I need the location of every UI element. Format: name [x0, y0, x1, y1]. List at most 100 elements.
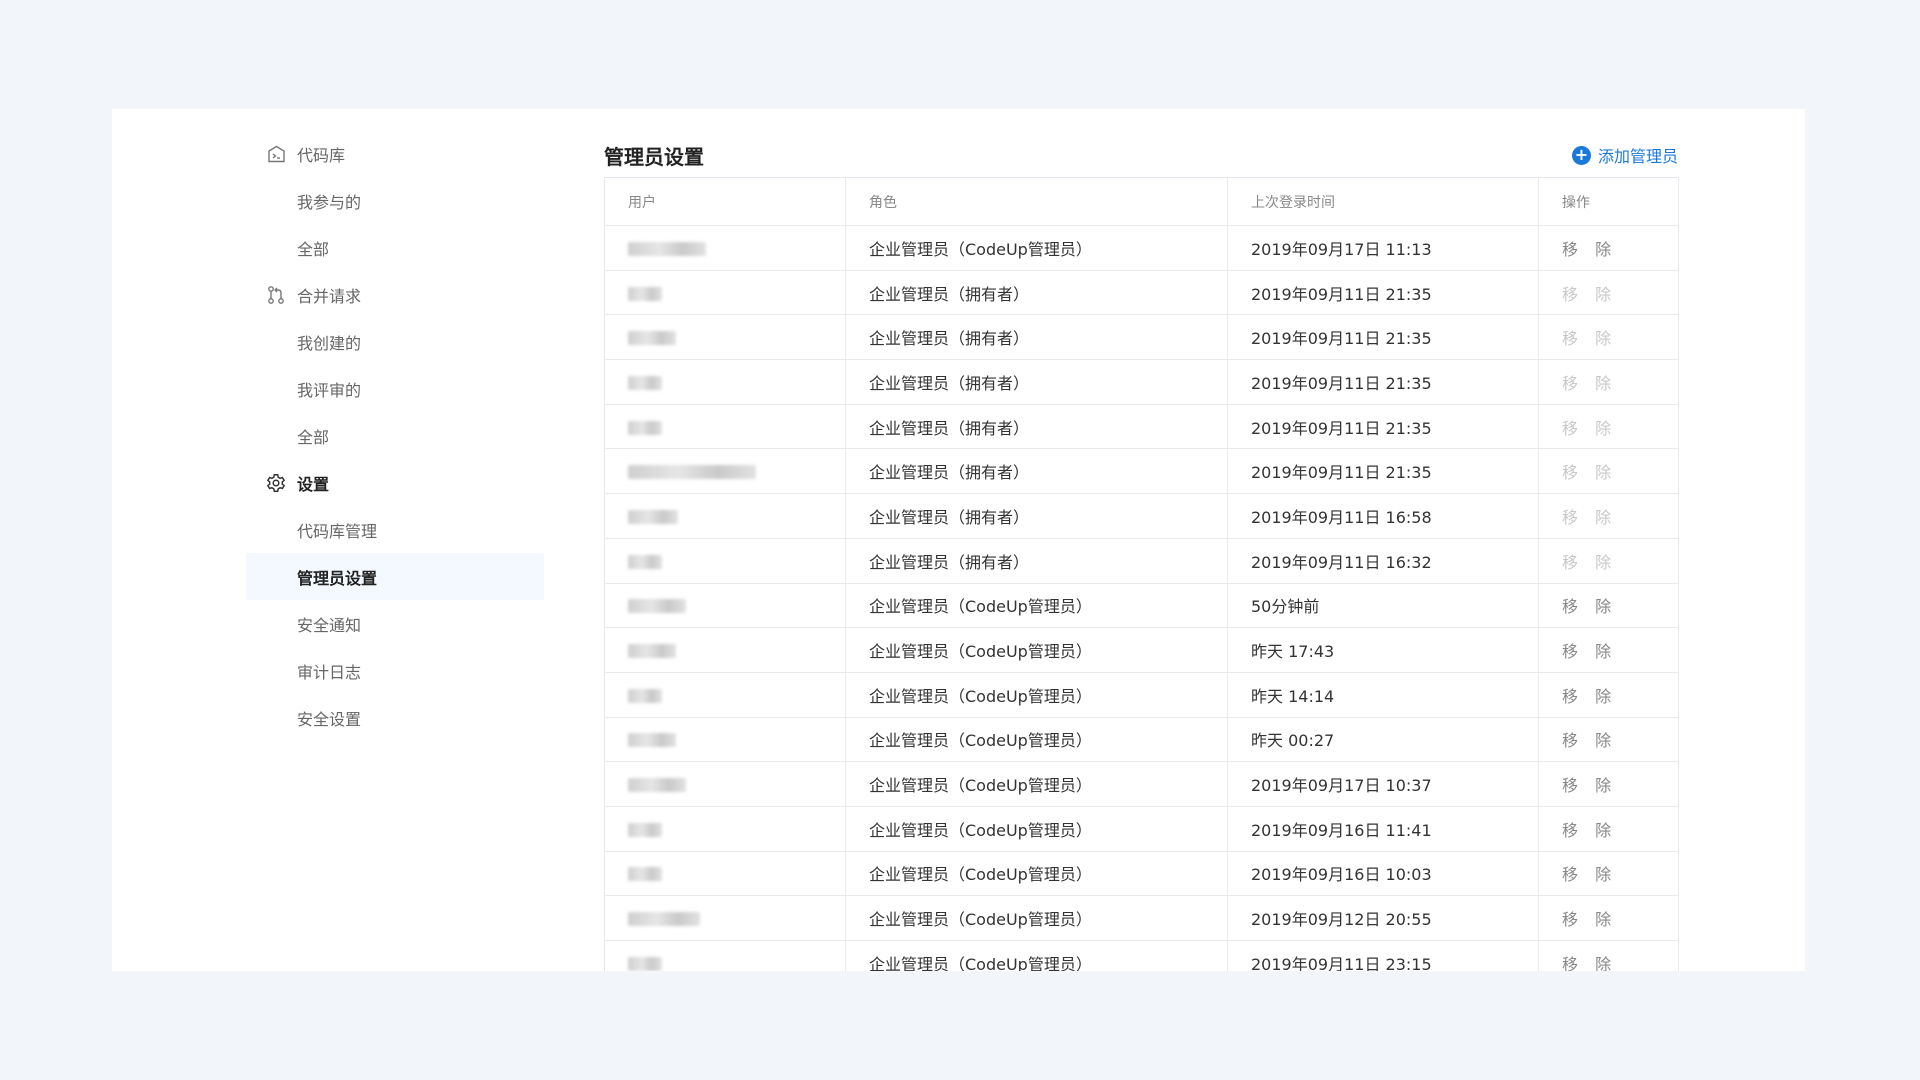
table-row: 企业管理员（拥有者） 2019年09月11日 16:58 移 除 — [604, 493, 1679, 539]
user-cell — [604, 314, 846, 361]
role-cell: 企业管理员（拥有者） — [845, 314, 1228, 361]
redacted-user-name — [628, 241, 706, 256]
user-cell — [604, 717, 846, 763]
table-row: 企业管理员（拥有者） 2019年09月11日 16:32 移 除 — [604, 538, 1679, 584]
role-cell: 企业管理员（CodeUp管理员） — [845, 225, 1228, 271]
last-login-cell: 2019年09月12日 20:55 — [1227, 895, 1539, 941]
remove-admin-button[interactable]: 移 除 — [1562, 597, 1617, 616]
sidebar-item-repo-management[interactable]: 代码库管理 — [246, 506, 544, 553]
sidebar-item-all-merge-requests[interactable]: 全部 — [246, 412, 544, 459]
sidebar-item-admin-settings[interactable]: 管理员设置 — [246, 553, 544, 600]
redacted-user-name — [628, 599, 686, 614]
actions-cell: 移 除 — [1538, 806, 1679, 852]
remove-admin-button[interactable]: 移 除 — [1562, 285, 1617, 304]
remove-admin-button[interactable]: 移 除 — [1562, 910, 1617, 929]
actions-cell: 移 除 — [1538, 895, 1679, 941]
redacted-user-name — [628, 688, 662, 703]
table-row: 企业管理员（拥有者） 2019年09月11日 21:35 移 除 — [604, 270, 1679, 316]
last-login-cell: 2019年09月16日 10:03 — [1227, 851, 1539, 897]
role-cell: 企业管理员（拥有者） — [845, 538, 1228, 584]
role-cell: 企业管理员（CodeUp管理员） — [845, 672, 1228, 718]
role-cell: 企业管理员（CodeUp管理员） — [845, 717, 1228, 763]
redacted-user-name — [628, 778, 686, 793]
last-login-cell: 2019年09月11日 16:32 — [1227, 538, 1539, 584]
sidebar-group-label: 合并请求 — [297, 286, 362, 306]
actions-cell: 移 除 — [1538, 851, 1679, 897]
sidebar-group-repositories[interactable]: 代码库 — [246, 130, 544, 177]
last-login-cell: 50分钟前 — [1227, 583, 1539, 629]
redacted-user-name — [628, 867, 662, 882]
table-row: 企业管理员（CodeUp管理员） 2019年09月16日 10:03 移 除 — [604, 851, 1679, 897]
last-login-cell: 2019年09月11日 16:58 — [1227, 493, 1539, 539]
remove-admin-button[interactable]: 移 除 — [1562, 240, 1617, 259]
remove-admin-button[interactable]: 移 除 — [1562, 776, 1617, 795]
add-admin-button[interactable]: + 添加管理员 — [1571, 143, 1678, 167]
actions-cell: 移 除 — [1538, 717, 1679, 763]
actions-cell: 移 除 — [1538, 270, 1679, 316]
table-row: 企业管理员（CodeUp管理员） 2019年09月12日 20:55 移 除 — [604, 895, 1679, 941]
column-header-last-login: 上次登录时间 — [1227, 177, 1539, 226]
column-header-actions: 操作 — [1538, 177, 1679, 226]
actions-cell: 移 除 — [1538, 493, 1679, 539]
role-cell: 企业管理员（拥有者） — [845, 448, 1228, 495]
redacted-user-name — [628, 822, 662, 837]
actions-cell: 移 除 — [1538, 225, 1679, 271]
admin-table: 用户 角色 上次登录时间 操作 企业管理员（CodeUp管理员） 2019年09月… — [604, 177, 1679, 971]
remove-admin-button[interactable]: 移 除 — [1562, 553, 1617, 572]
table-row: 企业管理员（拥有者） 2019年09月11日 21:35 移 除 — [604, 314, 1679, 361]
remove-admin-button[interactable]: 移 除 — [1562, 374, 1617, 393]
table-row: 企业管理员（CodeUp管理员） 昨天 17:43 移 除 — [604, 627, 1679, 673]
role-cell: 企业管理员（拥有者） — [845, 404, 1228, 450]
actions-cell: 移 除 — [1538, 404, 1679, 450]
user-cell — [604, 538, 846, 584]
sidebar-group-merge-requests[interactable]: 合并请求 — [246, 271, 544, 318]
sidebar-item-participated[interactable]: 我参与的 — [246, 177, 544, 224]
sidebar-group-label: 代码库 — [297, 145, 346, 165]
redacted-user-name — [628, 644, 676, 659]
actions-cell: 移 除 — [1538, 359, 1679, 405]
user-cell — [604, 493, 846, 539]
sidebar-item-created-by-me[interactable]: 我创建的 — [246, 318, 544, 365]
remove-admin-button[interactable]: 移 除 — [1562, 865, 1617, 884]
sidebar-group-settings[interactable]: 设置 — [246, 459, 544, 506]
sidebar-group-label: 设置 — [297, 474, 330, 494]
actions-cell: 移 除 — [1538, 448, 1679, 495]
table-row: 企业管理员（CodeUp管理员） 2019年09月16日 11:41 移 除 — [604, 806, 1679, 852]
last-login-cell: 2019年09月11日 21:35 — [1227, 270, 1539, 316]
sidebar-item-reviewed-by-me[interactable]: 我评审的 — [246, 365, 544, 412]
user-cell — [604, 448, 846, 495]
remove-admin-button[interactable]: 移 除 — [1562, 463, 1617, 482]
add-admin-label: 添加管理员 — [1597, 147, 1678, 166]
remove-admin-button[interactable]: 移 除 — [1562, 419, 1617, 438]
role-cell: 企业管理员（拥有者） — [845, 270, 1228, 316]
table-row: 企业管理员（CodeUp管理员） 昨天 00:27 移 除 — [604, 717, 1679, 763]
sidebar-item-all-repositories[interactable]: 全部 — [246, 224, 544, 271]
remove-admin-button[interactable]: 移 除 — [1562, 821, 1617, 840]
remove-admin-button[interactable]: 移 除 — [1562, 955, 1617, 971]
remove-admin-button[interactable]: 移 除 — [1562, 508, 1617, 527]
remove-admin-button[interactable]: 移 除 — [1562, 731, 1617, 750]
last-login-cell: 2019年09月11日 21:35 — [1227, 448, 1539, 495]
user-cell — [604, 940, 846, 971]
last-login-cell: 昨天 14:14 — [1227, 672, 1539, 718]
redacted-user-name — [628, 331, 676, 346]
actions-cell: 移 除 — [1538, 672, 1679, 718]
role-cell: 企业管理员（拥有者） — [845, 359, 1228, 405]
sidebar: 代码库 我参与的 全部 合并请求 我创建的 我评审的 全部 设置 代码库管理 管… — [246, 130, 544, 741]
remove-admin-button[interactable]: 移 除 — [1562, 687, 1617, 706]
table-row: 企业管理员（拥有者） 2019年09月11日 21:35 移 除 — [604, 404, 1679, 450]
redacted-user-name — [628, 733, 676, 748]
sidebar-item-audit-log[interactable]: 审计日志 — [246, 647, 544, 694]
actions-cell: 移 除 — [1538, 761, 1679, 807]
actions-cell: 移 除 — [1538, 583, 1679, 629]
sidebar-item-security-settings[interactable]: 安全设置 — [246, 694, 544, 741]
remove-admin-button[interactable]: 移 除 — [1562, 642, 1617, 661]
actions-cell: 移 除 — [1538, 538, 1679, 584]
role-cell: 企业管理员（CodeUp管理员） — [845, 895, 1228, 941]
remove-admin-button[interactable]: 移 除 — [1562, 329, 1617, 348]
actions-cell: 移 除 — [1538, 627, 1679, 673]
user-cell — [604, 404, 846, 450]
actions-cell: 移 除 — [1538, 314, 1679, 361]
admin-table-body: 企业管理员（CodeUp管理员） 2019年09月17日 11:13 移 除企业管理… — [604, 225, 1679, 971]
sidebar-item-security-notice[interactable]: 安全通知 — [246, 600, 544, 647]
